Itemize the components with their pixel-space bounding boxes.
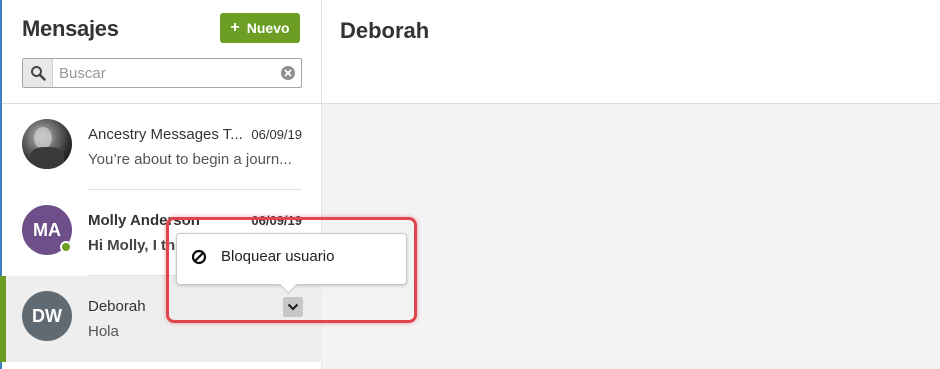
block-user-label: Bloquear usuario: [221, 248, 335, 265]
avatar: DW: [22, 291, 72, 341]
avatar: [22, 119, 72, 169]
conversation-name: Ancestry Messages T...: [88, 126, 243, 143]
new-message-button[interactable]: + Nuevo: [220, 13, 300, 43]
conversation-header: Deborah: [322, 0, 940, 104]
conversation-options-button[interactable]: [283, 297, 303, 317]
search-input[interactable]: [59, 62, 269, 84]
conversation-item[interactable]: Ancestry Messages T... 06/09/19 You’re a…: [2, 104, 322, 190]
sidebar-title: Mensajes: [22, 16, 119, 41]
chevron-down-icon: [287, 303, 299, 311]
conversation-title: Deborah: [340, 18, 430, 43]
conversation-date: 06/09/19: [251, 213, 302, 228]
conversation-options-menu: Bloquear usuario: [176, 233, 407, 285]
message-area: [322, 104, 940, 369]
sidebar-header: Mensajes + Nuevo: [2, 0, 322, 104]
conversation-preview: Hola: [88, 323, 119, 340]
search-icon[interactable]: [23, 59, 53, 87]
block-user-menu-item[interactable]: Bloquear usuario: [191, 248, 334, 265]
conversation-preview: You’re about to begin a journ...: [88, 151, 292, 168]
conversation-name: Deborah: [88, 298, 146, 315]
plus-icon: +: [230, 19, 240, 36]
clear-search-icon[interactable]: [281, 66, 295, 80]
conversation-sidebar: Mensajes + Nuevo Ancestry Messages T... …: [0, 0, 322, 369]
conversation-name: Molly Anderson: [88, 212, 200, 229]
search-box: [22, 58, 302, 88]
new-message-button-label: Nuevo: [246, 20, 290, 36]
conversation-item-selected[interactable]: DW Deborah Hola: [0, 276, 322, 362]
conversation-date: 06/09/19: [251, 127, 302, 142]
online-status-indicator: [60, 241, 72, 253]
block-icon: [191, 249, 207, 264]
